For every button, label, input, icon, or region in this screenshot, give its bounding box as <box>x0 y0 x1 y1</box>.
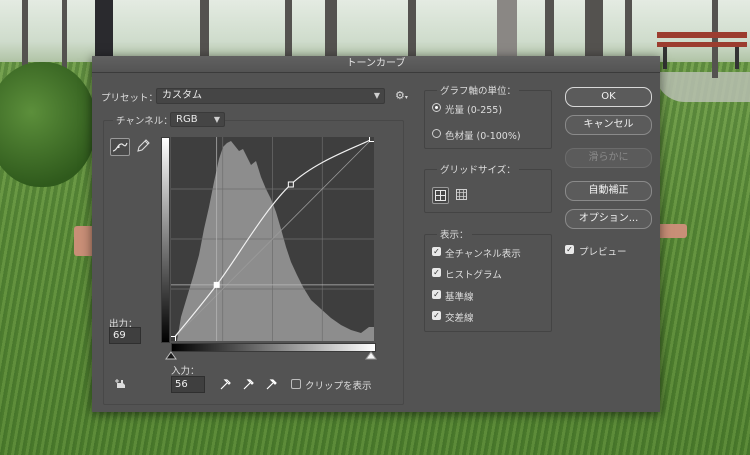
grid-4x4-icon <box>435 190 446 201</box>
black-point-slider[interactable] <box>165 351 177 360</box>
chevron-down-icon: ▼ <box>213 115 220 124</box>
show-clipping-label: クリップを表示 <box>305 381 372 392</box>
options-button[interactable]: オプション... <box>565 209 652 229</box>
channel-select[interactable]: RGB ▼ <box>170 112 225 127</box>
grid-10x10-button[interactable] <box>454 187 471 204</box>
input-label: 入力： <box>171 366 200 377</box>
preset-select[interactable]: カスタム ▼ <box>156 88 385 104</box>
show-intersection-checkbox[interactable]: ✓ <box>432 311 441 320</box>
radio-light-label: 光量 (0-255) <box>445 105 503 116</box>
white-point-slider[interactable] <box>365 351 377 360</box>
show-all-channels-label: 全チャンネル表示 <box>445 249 521 260</box>
show-baseline-label: 基準線 <box>445 292 474 303</box>
gear-icon[interactable]: ⚙▾ <box>395 89 411 103</box>
grid-4x4-button[interactable] <box>432 187 449 204</box>
ok-button[interactable]: OK <box>565 87 652 107</box>
eyedropper-white-icon[interactable] <box>264 376 279 391</box>
bench-seat <box>657 42 747 47</box>
curve-graph[interactable] <box>171 137 374 341</box>
dialog-title: トーンカーブ <box>92 56 660 73</box>
park-path <box>655 72 750 102</box>
smooth-button[interactable]: 滑らかに <box>565 148 652 168</box>
channel-value: RGB <box>176 114 198 125</box>
preset-value: カスタム <box>162 90 202 101</box>
preset-label: プリセット： <box>101 93 159 104</box>
preview-label: プレビュー <box>579 247 627 258</box>
pencil-icon <box>137 139 150 152</box>
output-gradient-bar <box>161 137 170 343</box>
pencil-tool[interactable] <box>134 138 154 156</box>
channel-label: チャンネル： <box>113 113 176 127</box>
hand-target-icon[interactable] <box>114 377 130 391</box>
graph-units-title: グラフ軸の単位： <box>437 83 520 97</box>
input-field[interactable]: 56 <box>171 376 205 393</box>
curve-control-point[interactable] <box>369 137 375 142</box>
show-baseline-checkbox[interactable]: ✓ <box>432 290 441 299</box>
show-intersection-label: 交差線 <box>445 313 474 324</box>
show-histogram-checkbox[interactable]: ✓ <box>432 268 441 277</box>
show-all-channels-checkbox[interactable]: ✓ <box>432 247 441 256</box>
bench-leg <box>735 47 739 69</box>
curve-point-tool[interactable] <box>110 138 130 156</box>
curves-dialog: トーンカーブ プリセット： カスタム ▼ ⚙▾ チャンネル： RGB ▼ 出力：… <box>92 56 660 412</box>
curve-control-point[interactable] <box>171 336 176 342</box>
preview-checkbox[interactable]: ✓ <box>565 245 574 254</box>
input-gradient-bar <box>171 343 376 352</box>
bench-backrest <box>657 32 747 38</box>
auto-button[interactable]: 自動補正 <box>565 181 652 201</box>
tree-trunk <box>712 0 718 78</box>
curve-control-point[interactable] <box>213 281 220 288</box>
radio-light[interactable] <box>432 103 441 112</box>
eyedropper-gray-icon[interactable] <box>241 376 256 391</box>
show-histogram-label: ヒストグラム <box>445 270 502 281</box>
grid-size-title: グリッドサイズ： <box>437 162 519 176</box>
grid-10x10-icon <box>456 189 467 200</box>
radio-pigment[interactable] <box>432 129 441 138</box>
show-clipping-checkbox[interactable] <box>291 379 301 389</box>
output-field[interactable]: 69 <box>109 327 141 344</box>
bench-leg <box>663 47 667 69</box>
bench-end-right <box>656 224 687 238</box>
display-title: 表示： <box>437 227 472 241</box>
curve-point-icon <box>112 142 128 152</box>
chevron-down-icon: ▼ <box>373 91 380 100</box>
eyedropper-black-icon[interactable] <box>218 376 233 391</box>
curve-control-point[interactable] <box>287 181 294 188</box>
cancel-button[interactable]: キャンセル <box>565 115 652 135</box>
radio-pigment-label: 色材量 (0-100%) <box>445 131 521 142</box>
shrub <box>0 62 96 187</box>
